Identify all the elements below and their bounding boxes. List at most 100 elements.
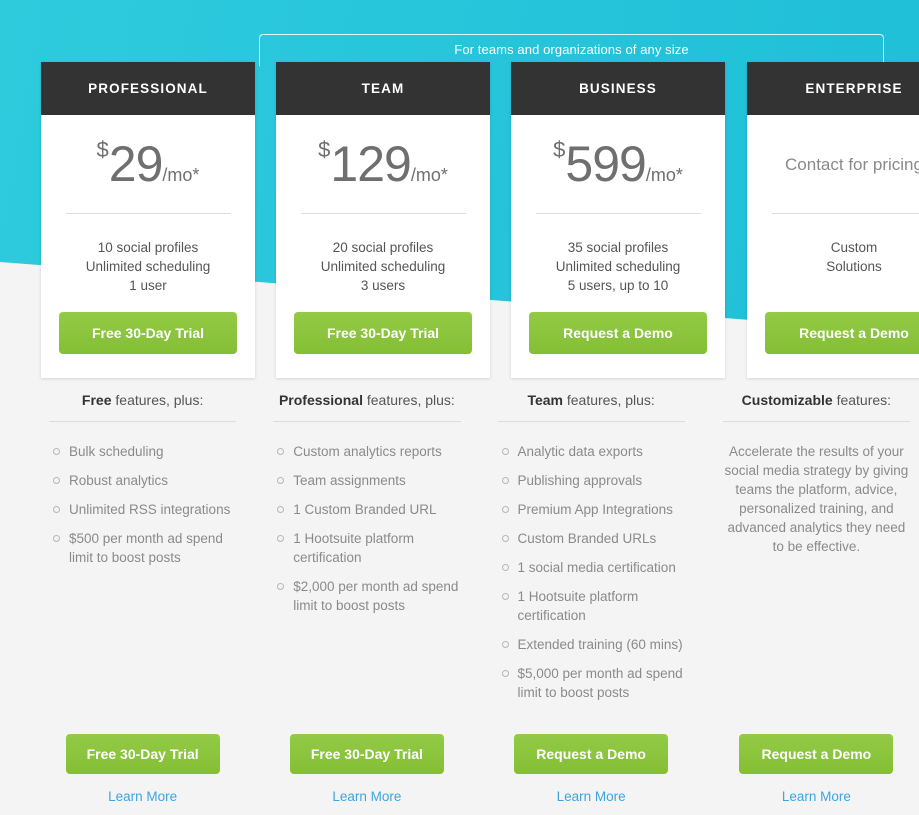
card-cta-button[interactable]: Free 30-Day Trial bbox=[59, 312, 237, 354]
feature-heading-rest: features, plus: bbox=[111, 392, 204, 408]
price-currency: $ bbox=[318, 137, 331, 162]
pricing-card-slot: PROFESSIONAL $29/mo* 10 social profiles U… bbox=[41, 62, 255, 378]
plan-spec: 20 social profiles bbox=[332, 240, 434, 255]
group-banner-label: For teams and organizations of any size bbox=[454, 42, 689, 57]
plan-name: ENTERPRISE bbox=[747, 62, 919, 115]
card-cta-button[interactable]: Request a Demo bbox=[529, 312, 707, 354]
feature-item: Bulk scheduling bbox=[51, 442, 238, 461]
learn-more-link[interactable]: Learn More bbox=[782, 789, 851, 804]
learn-more-link[interactable]: Learn More bbox=[332, 789, 401, 804]
card-cta-button[interactable]: Request a Demo bbox=[765, 312, 919, 354]
price-zone: $29/mo* bbox=[59, 115, 237, 213]
plan-spec: 1 user bbox=[129, 278, 167, 293]
pricing-card-business: BUSINESS $599/mo* 35 social profiles Unli… bbox=[511, 62, 725, 378]
plan-spec: Unlimited scheduling bbox=[85, 259, 211, 274]
feature-item: 1 social media certification bbox=[500, 558, 687, 577]
pricing-card-slot: ENTERPRISE Contact for pricing Custom Sol… bbox=[747, 62, 919, 378]
feature-item: 1 Hootsuite platform certification bbox=[500, 587, 687, 625]
plan-spec: 3 users bbox=[360, 278, 406, 293]
feature-heading: Free features, plus: bbox=[49, 392, 237, 422]
plan-spec: Solutions bbox=[826, 259, 882, 274]
price-zone: $129/mo* bbox=[294, 115, 472, 213]
pricing-card-team: TEAM $129/mo* 20 social profiles Unlimite… bbox=[276, 62, 490, 378]
feature-heading: Professional features, plus: bbox=[273, 392, 461, 422]
feature-item: Custom Branded URLs bbox=[500, 529, 687, 548]
price-amount: 29 bbox=[108, 136, 164, 192]
bottom-cta-button[interactable]: Request a Demo bbox=[739, 734, 894, 774]
learn-more-link[interactable]: Learn More bbox=[108, 789, 177, 804]
price-period: /mo* bbox=[162, 165, 200, 185]
pricing-card-slot: BUSINESS $599/mo* 35 social profiles Unli… bbox=[511, 62, 725, 378]
bottom-cta-slot: Request a Demo Learn More bbox=[715, 734, 918, 806]
feature-item: $5,000 per month ad spend limit to boost… bbox=[500, 664, 687, 702]
feature-heading: Customizable features: bbox=[722, 392, 910, 422]
price-period: /mo* bbox=[645, 165, 683, 185]
bottom-cta-slot: Free 30-Day Trial Learn More bbox=[41, 734, 244, 806]
pricing-card-row: PROFESSIONAL $29/mo* 10 social profiles U… bbox=[0, 62, 919, 378]
plan-specs: 10 social profiles Unlimited scheduling 1 … bbox=[86, 214, 211, 312]
price-currency: $ bbox=[96, 137, 109, 162]
feature-item: Team assignments bbox=[275, 471, 462, 490]
price-zone: Contact for pricing bbox=[765, 115, 919, 213]
feature-item: $500 per month ad spend limit to boost p… bbox=[51, 529, 238, 567]
price: $129/mo* bbox=[318, 136, 448, 192]
feature-item: 1 Custom Branded URL bbox=[275, 500, 462, 519]
feature-heading-rest: features: bbox=[832, 392, 892, 408]
plan-spec: 35 social profiles bbox=[567, 240, 669, 255]
price-zone: $599/mo* bbox=[529, 115, 707, 213]
bottom-cta-slot: Free 30-Day Trial Learn More bbox=[265, 734, 468, 806]
pricing-card-slot: TEAM $129/mo* 20 social profiles Unlimite… bbox=[276, 62, 490, 378]
bottom-cta-button[interactable]: Free 30-Day Trial bbox=[289, 734, 444, 774]
bottom-cta-button[interactable]: Request a Demo bbox=[514, 734, 669, 774]
feature-list: Bulk scheduling Robust analytics Unlimited… bbox=[41, 422, 244, 567]
bottom-cta-row: Free 30-Day Trial Learn More Free 30-Day… bbox=[0, 734, 919, 806]
feature-heading-rest: features, plus: bbox=[562, 392, 655, 408]
feature-item: Custom analytics reports bbox=[275, 442, 462, 461]
feature-heading-bold: Team bbox=[527, 392, 563, 408]
feature-item: Analytic data exports bbox=[500, 442, 687, 461]
card-body: Contact for pricing Custom Solutions Requ… bbox=[747, 115, 919, 378]
feature-item: $2,000 per month ad spend limit to boost… bbox=[275, 577, 462, 615]
plan-spec: Unlimited scheduling bbox=[555, 259, 681, 274]
bottom-cta-slot: Request a Demo Learn More bbox=[490, 734, 693, 806]
plan-specs: 20 social profiles Unlimited scheduling 3 … bbox=[321, 214, 446, 312]
price-period: /mo* bbox=[410, 165, 448, 185]
feature-item: Publishing approvals bbox=[500, 471, 687, 490]
card-cta-button[interactable]: Free 30-Day Trial bbox=[294, 312, 472, 354]
pricing-page: For teams and organizations of any size … bbox=[0, 0, 919, 815]
feature-column: Customizable features: Accelerate the re… bbox=[715, 392, 918, 712]
feature-list: Analytic data exports Publishing approval… bbox=[490, 422, 693, 702]
feature-heading-bold: Customizable bbox=[741, 392, 833, 408]
feature-item: Unlimited RSS integrations bbox=[51, 500, 238, 519]
feature-heading-bold: Free bbox=[81, 392, 112, 408]
feature-column: Professional features, plus: Custom anal… bbox=[265, 392, 468, 712]
plan-specs: 35 social profiles Unlimited scheduling 5 … bbox=[556, 214, 681, 312]
feature-list: Custom analytics reports Team assignments… bbox=[265, 422, 468, 615]
pricing-card-professional: PROFESSIONAL $29/mo* 10 social profiles U… bbox=[41, 62, 255, 378]
feature-paragraph: Accelerate the results of your social me… bbox=[724, 444, 909, 554]
plan-spec: 10 social profiles bbox=[97, 240, 199, 255]
plan-spec: Unlimited scheduling bbox=[320, 259, 446, 274]
learn-more-link[interactable]: Learn More bbox=[557, 789, 626, 804]
price-amount: 129 bbox=[330, 136, 411, 192]
feature-column: Free features, plus: Bulk scheduling Robu… bbox=[41, 392, 244, 712]
feature-heading-rest: features, plus: bbox=[362, 392, 455, 408]
pricing-card-enterprise: ENTERPRISE Contact for pricing Custom Sol… bbox=[747, 62, 919, 378]
price-amount: 599 bbox=[565, 136, 646, 192]
feature-column: Team features, plus: Analytic data expor… bbox=[490, 392, 693, 712]
plan-name: TEAM bbox=[276, 62, 490, 115]
card-body: $129/mo* 20 social profiles Unlimited sch… bbox=[276, 115, 490, 378]
bottom-cta-button[interactable]: Free 30-Day Trial bbox=[65, 734, 220, 774]
price-currency: $ bbox=[553, 137, 566, 162]
feature-item: Robust analytics bbox=[51, 471, 238, 490]
plan-name: PROFESSIONAL bbox=[41, 62, 255, 115]
feature-columns-row: Free features, plus: Bulk scheduling Robu… bbox=[0, 392, 919, 712]
card-body: $29/mo* 10 social profiles Unlimited sche… bbox=[41, 115, 255, 378]
price: $29/mo* bbox=[96, 136, 200, 192]
feature-item: 1 Hootsuite platform certification bbox=[275, 529, 462, 567]
feature-item: Premium App Integrations bbox=[500, 500, 687, 519]
plan-spec: 5 users, up to 10 bbox=[567, 278, 669, 293]
feature-heading: Team features, plus: bbox=[497, 392, 685, 422]
plan-spec: Custom bbox=[830, 240, 878, 255]
feature-item: Extended training (60 mins) bbox=[500, 635, 687, 654]
